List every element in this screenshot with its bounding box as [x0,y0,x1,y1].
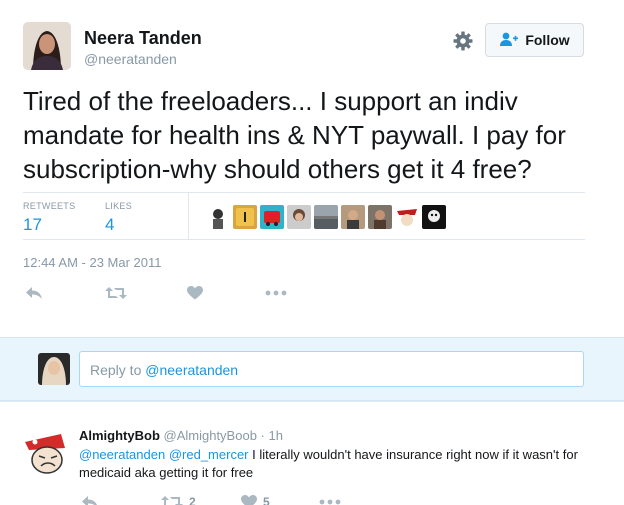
author-name[interactable]: Neera Tanden [84,28,202,49]
retweets-count: 17 [23,215,42,234]
like-button[interactable] [187,284,203,302]
liker-avatar[interactable] [395,205,419,229]
tweet-actions [23,284,303,304]
reply-prefix: Reply to [90,362,146,378]
more-icon [265,290,287,296]
reply-like-count: 5 [263,495,270,505]
more-icon [319,499,341,505]
liker-avatar[interactable] [368,205,392,229]
more-button[interactable] [265,284,287,302]
reply-icon [25,286,43,300]
reply-more-button[interactable] [319,493,341,505]
follow-person-plus-icon [499,31,519,50]
heart-icon [187,286,203,300]
follow-label: Follow [525,32,570,48]
reply-author-avatar[interactable] [21,428,69,476]
author-handle[interactable]: @neeratanden [84,51,177,67]
gear-icon[interactable] [452,30,474,52]
retweets-stat[interactable]: RETWEETS 17 [23,201,75,235]
liker-avatar[interactable] [422,205,446,229]
reply-composer: Reply to @neeratanden [0,337,624,401]
reply-like-button[interactable]: 5 [241,493,270,505]
reply-mention-2[interactable]: @red_mercer [169,447,249,462]
stats-divider [188,193,189,239]
retweet-icon [105,286,127,300]
reply-mention-1[interactable]: @neeratanden [79,447,165,462]
reply-input[interactable]: Reply to @neeratanden [79,351,584,387]
likes-count: 4 [105,215,115,234]
reply-header: AlmightyBob @AlmightyBoob · 1h [79,428,283,443]
author-avatar[interactable] [23,22,71,70]
liker-avatar[interactable] [287,205,311,229]
reply-time[interactable]: 1h [269,428,283,443]
reply-author-handle[interactable]: @AlmightyBoob [164,428,257,443]
liker-avatar[interactable] [206,205,230,229]
reply-actions: 2 5 [79,493,379,505]
retweets-label: RETWEETS [23,201,76,211]
liker-avatar[interactable] [260,205,284,229]
reply-retweet-count: 2 [189,495,196,505]
likes-stat[interactable]: LIKES 4 [105,201,132,235]
follow-button[interactable]: Follow [485,23,584,57]
retweet-icon [161,495,183,505]
reply-tweet: AlmightyBob @AlmightyBoob · 1h @neeratan… [0,401,624,505]
heart-icon [241,495,257,505]
reply-button[interactable] [25,284,43,302]
liker-avatar[interactable] [314,205,338,229]
liker-avatar[interactable] [233,205,257,229]
tweet-detail: Neera Tanden @neeratanden Follow Tired o… [0,0,624,337]
reply-text: @neeratanden @red_mercer I literally wou… [79,446,579,482]
reply-reply-button[interactable] [81,493,99,505]
reply-separator: · [260,428,265,443]
reply-author-name[interactable]: AlmightyBob [79,428,160,443]
reply-retweet-button[interactable]: 2 [161,493,196,505]
tweet-text: Tired of the freeloaders... I support an… [23,86,566,184]
tweet-timestamp[interactable]: 12:44 AM - 23 Mar 2011 [23,255,162,270]
liker-avatar[interactable] [341,205,365,229]
reply-mention: @neeratanden [145,362,239,378]
retweet-button[interactable] [105,284,127,302]
reply-icon [81,495,99,505]
current-user-avatar[interactable] [38,353,70,385]
likers-avatars [206,205,446,229]
likes-label: LIKES [105,201,133,211]
tweet-stats: RETWEETS 17 LIKES 4 [23,192,585,240]
